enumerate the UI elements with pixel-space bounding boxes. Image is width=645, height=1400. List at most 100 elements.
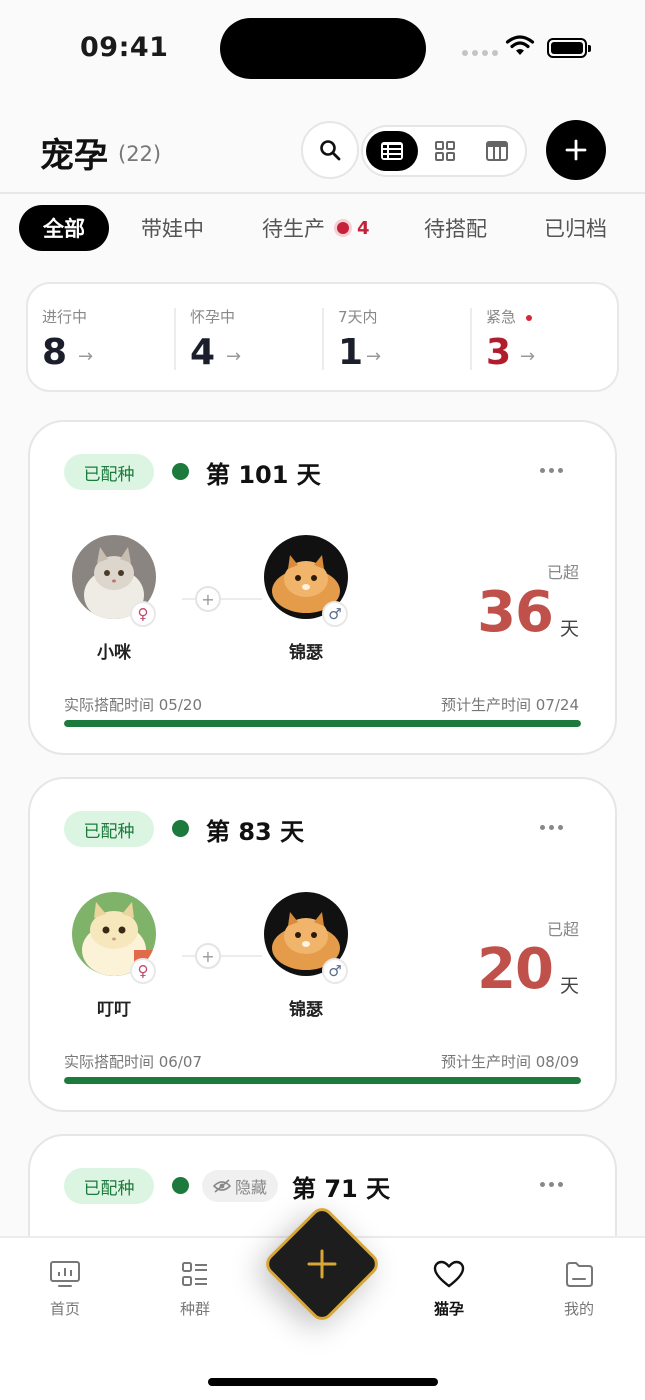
app-screen: 09:41 宠孕 (22) 全部 带娃中 待生产 4 待搭配 已归档 进行中 8… — [0, 0, 645, 1400]
nav-profile-label: 我的 — [563, 1300, 594, 1318]
stat-value: 1 — [338, 332, 364, 373]
status-badge: 已配种 — [64, 454, 154, 490]
female-icon: ♀ — [130, 601, 156, 627]
plus-icon — [262, 1204, 382, 1324]
center-add-button[interactable] — [261, 1203, 383, 1325]
stat-label: 进行中 — [42, 308, 88, 326]
more-options-icon[interactable] — [540, 825, 563, 830]
tab-awaiting-birth-count: 4 — [357, 217, 370, 239]
arrow-right-icon: → — [366, 346, 382, 367]
hidden-tag[interactable]: 隐藏 — [202, 1170, 278, 1202]
add-button[interactable] — [546, 120, 606, 180]
search-icon — [320, 140, 341, 161]
nav-population[interactable]: 种群 — [155, 1260, 235, 1319]
tab-raising[interactable]: 带娃中 — [141, 205, 204, 251]
filter-tabs: 全部 带娃中 待生产 4 待搭配 已归档 — [0, 205, 645, 253]
pair-connector — [182, 598, 262, 600]
urgent-dot — [526, 314, 533, 321]
arrow-right-icon: → — [520, 346, 536, 367]
stat-within-7-days[interactable]: 7天内 1 → — [338, 284, 478, 390]
monitor-icon — [50, 1261, 80, 1287]
status-dot — [172, 1177, 189, 1194]
wifi-icon — [505, 35, 535, 55]
hidden-tag-label: 隐藏 — [234, 1178, 267, 1197]
nav-cat-pregnancy[interactable]: 猫孕 — [409, 1260, 489, 1319]
female-cat-name: 小咪 — [97, 643, 131, 663]
header-divider — [0, 192, 645, 194]
grid-view-icon — [435, 141, 455, 161]
mating-time: 实际搭配时间 06/07 — [64, 1053, 202, 1071]
stat-label: 紧急 — [486, 306, 533, 327]
male-icon: ♂ — [322, 958, 348, 984]
record-count: (22) — [118, 142, 162, 166]
list-icon — [182, 1262, 207, 1286]
female-icon: ♀ — [130, 958, 156, 984]
mating-time: 实际搭配时间 05/20 — [64, 696, 202, 714]
progress-bar — [64, 1077, 581, 1084]
home-indicator — [208, 1378, 438, 1386]
overdue-unit: 天 — [559, 975, 579, 997]
female-cat-name: 叮叮 — [97, 1000, 131, 1020]
arrow-right-icon: → — [78, 346, 94, 367]
search-button[interactable] — [301, 121, 359, 179]
view-mode-toggle — [361, 125, 527, 177]
stats-summary: 进行中 8 → 怀孕中 4 → 7天内 1 → 紧急 3 → — [26, 282, 619, 392]
nav-home[interactable]: 首页 — [25, 1260, 105, 1319]
day-count: 第 71 天 — [292, 1175, 391, 1203]
tab-all[interactable]: 全部 — [19, 205, 109, 251]
tab-awaiting-birth-label: 待生产 — [262, 217, 325, 241]
progress-bar — [64, 720, 581, 727]
cellular-signal-icon — [462, 50, 498, 56]
due-time: 预计生产时间 07/24 — [441, 696, 579, 714]
stat-label: 怀孕中 — [190, 308, 236, 326]
plus-icon — [565, 139, 587, 161]
stat-divider — [470, 308, 472, 370]
table-view-button[interactable] — [471, 131, 523, 171]
nav-population-label: 种群 — [179, 1300, 210, 1318]
alert-dot — [337, 222, 349, 234]
stat-pregnant[interactable]: 怀孕中 4 → — [190, 284, 330, 390]
stat-urgent[interactable]: 紧急 3 → — [486, 284, 616, 390]
male-cat-name: 锦瑟 — [289, 1000, 323, 1020]
dynamic-island — [220, 18, 426, 79]
list-view-button[interactable] — [366, 131, 418, 171]
stat-value: 4 — [190, 332, 216, 373]
status-time: 09:41 — [80, 32, 169, 63]
more-options-icon[interactable] — [540, 468, 563, 473]
stat-label-text: 紧急 — [486, 308, 517, 326]
status-badge: 已配种 — [64, 1168, 154, 1204]
stat-in-progress[interactable]: 进行中 8 → — [42, 284, 182, 390]
arrow-right-icon: → — [226, 346, 242, 367]
pair-plus-icon: + — [195, 943, 221, 969]
pair-plus-icon: + — [195, 586, 221, 612]
grid-view-button[interactable] — [419, 131, 471, 171]
day-count: 第 83 天 — [206, 818, 305, 846]
progress-fill — [64, 720, 581, 727]
tab-awaiting-match[interactable]: 待搭配 — [424, 205, 487, 251]
tab-archived[interactable]: 已归档 — [544, 205, 607, 251]
male-icon: ♂ — [322, 601, 348, 627]
list-view-icon — [381, 142, 403, 160]
nav-profile[interactable]: 我的 — [539, 1260, 619, 1319]
pregnancy-card[interactable]: 已配种 第 101 天 ♀ 小咪 + ♂ 锦瑟 已超 36 天 实际搭配时间 0… — [28, 420, 617, 755]
due-time: 预计生产时间 08/09 — [441, 1053, 579, 1071]
nav-home-label: 首页 — [49, 1300, 80, 1318]
pregnancy-card[interactable]: 已配种 第 83 天 ♀ 叮叮 + ♂ 锦瑟 已超 20 天 实际搭配时间 06… — [28, 777, 617, 1112]
status-badge: 已配种 — [64, 811, 154, 847]
status-dot — [172, 463, 189, 480]
pair-connector — [182, 955, 262, 957]
status-dot — [172, 820, 189, 837]
overdue-unit: 天 — [559, 618, 579, 640]
nav-cat-pregnancy-label: 猫孕 — [433, 1300, 464, 1318]
male-cat-name: 锦瑟 — [289, 643, 323, 663]
overdue-days: 36 — [477, 580, 554, 645]
heart-icon — [433, 1260, 465, 1288]
folder-icon — [566, 1262, 593, 1287]
tab-awaiting-birth[interactable]: 待生产 4 — [262, 205, 370, 251]
battery-icon — [547, 38, 591, 58]
status-bar: 09:41 — [0, 0, 645, 96]
eye-off-icon — [212, 1179, 231, 1193]
stat-divider — [174, 308, 176, 370]
more-options-icon[interactable] — [540, 1182, 563, 1187]
stat-value: 8 — [42, 332, 68, 373]
